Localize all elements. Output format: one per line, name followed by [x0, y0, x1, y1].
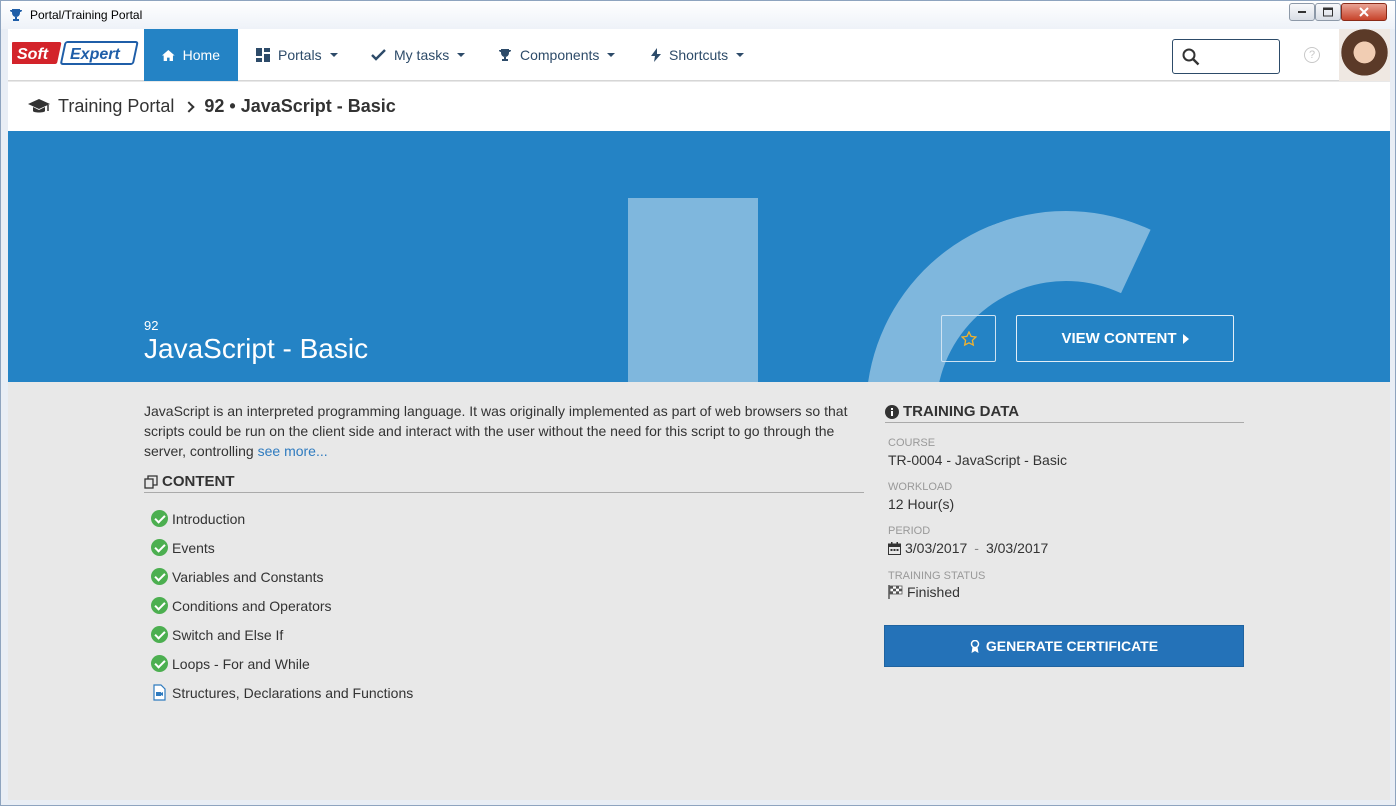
user-avatar[interactable]: [1339, 29, 1390, 81]
training-status-label: TRAINING STATUS: [888, 570, 986, 582]
content-item[interactable]: Conditions and Operators: [151, 591, 413, 620]
trophy-icon: [499, 49, 511, 61]
content-item-label: Events: [172, 539, 215, 556]
search-box[interactable]: [1172, 39, 1280, 74]
copy-icon: [144, 474, 158, 489]
course-code: 92: [144, 318, 159, 333]
help-icon[interactable]: ?: [1304, 47, 1320, 63]
info-icon: [885, 404, 899, 419]
course-title: JavaScript - Basic: [144, 333, 369, 364]
graduation-cap-icon: [28, 98, 50, 112]
view-content-label: VIEW CONTENT: [1061, 330, 1177, 347]
check-circle-icon: [151, 626, 168, 643]
check-circle-icon: [151, 597, 168, 614]
content-item[interactable]: Structures, Declarations and Functions: [151, 678, 413, 707]
content-item-label: Introduction: [172, 510, 246, 527]
nav-shortcuts[interactable]: Shortcuts: [633, 29, 762, 81]
nav-components-label: Components: [520, 47, 600, 63]
workload-label: WORKLOAD: [888, 481, 953, 493]
period-value: 3/03/2017 - 3/03/2017: [888, 540, 1048, 556]
softexpert-logo: Soft Expert: [12, 41, 139, 65]
app-window: Portal/Training Portal Soft Expert Home: [0, 0, 1396, 806]
training-status-text: Finished: [907, 584, 960, 600]
maximize-button[interactable]: [1315, 3, 1341, 21]
chevron-down-icon: [607, 53, 616, 57]
nav-components[interactable]: Components: [480, 29, 633, 81]
svg-text:Expert: Expert: [70, 46, 120, 63]
description-text: JavaScript is an interpreted programming…: [144, 403, 848, 459]
content-item[interactable]: Events: [151, 533, 413, 562]
course-banner: 92 JavaScript - Basic VIEW CONTENT: [8, 131, 1390, 382]
period-label: PERIOD: [888, 525, 931, 537]
home-icon: [162, 49, 175, 61]
workload-value: 12 Hour(s): [888, 496, 955, 512]
breadcrumb: Training Portal 92 • JavaScript - Basic: [8, 82, 1390, 131]
view-content-button[interactable]: VIEW CONTENT: [1016, 315, 1234, 362]
content-list: Introduction Events Variables and Consta…: [151, 504, 413, 707]
course-description: JavaScript is an interpreted programming…: [144, 401, 869, 461]
content-item-label: Conditions and Operators: [172, 597, 332, 614]
nav-portals-label: Portals: [278, 47, 322, 63]
window-title: Portal/Training Portal: [30, 8, 143, 22]
checkered-flag-icon: [888, 585, 903, 599]
chevron-down-icon: [457, 53, 466, 57]
content-item[interactable]: Introduction: [151, 504, 413, 533]
content-item-label: Structures, Declarations and Functions: [172, 684, 414, 701]
period-end: 3/03/2017: [985, 540, 1049, 556]
nav-home[interactable]: Home: [144, 29, 238, 81]
close-button[interactable]: [1341, 3, 1387, 21]
content-item-label: Switch and Else If: [172, 626, 284, 643]
content-section-header: CONTENT: [144, 471, 864, 493]
content-item-label: Loops - For and While: [172, 655, 310, 672]
calendar-icon: [888, 541, 901, 555]
see-more-link[interactable]: see more...: [258, 443, 328, 459]
training-data-heading: TRAINING DATA: [903, 403, 1020, 420]
star-icon: [960, 330, 977, 346]
course-value: TR-0004 - JavaScript - Basic: [888, 452, 1067, 468]
training-data-header: TRAINING DATA: [885, 401, 1244, 423]
lightning-icon: [651, 48, 661, 62]
play-arrow-icon: [1182, 333, 1189, 344]
chevron-down-icon: [736, 53, 745, 57]
nav-shortcuts-label: Shortcuts: [669, 47, 729, 63]
check-circle-icon: [151, 655, 168, 672]
minimize-button[interactable]: [1289, 3, 1315, 21]
period-separator: -: [974, 540, 979, 556]
content-item[interactable]: Variables and Constants: [151, 562, 413, 591]
period-start: 3/03/2017: [905, 540, 968, 556]
banner-decoration: [628, 198, 758, 382]
check-circle-icon: [151, 539, 168, 556]
generate-certificate-button[interactable]: GENERATE CERTIFICATE: [884, 625, 1244, 667]
course-label: COURSE: [888, 437, 936, 449]
generate-certificate-label: GENERATE CERTIFICATE: [985, 638, 1159, 654]
check-circle-icon: [151, 510, 168, 527]
dashboard-icon: [256, 48, 270, 62]
top-navigation: Soft Expert Home Portals My tasks Compon…: [8, 29, 1390, 81]
client-area: Soft Expert Home Portals My tasks Compon…: [8, 29, 1390, 800]
content-item[interactable]: Switch and Else If: [151, 620, 413, 649]
nav-home-label: Home: [182, 47, 220, 63]
content-item-label: Variables and Constants: [172, 568, 324, 585]
check-circle-icon: [151, 568, 168, 585]
nav-portals[interactable]: Portals: [238, 29, 356, 81]
checkmark-icon: [371, 49, 386, 61]
breadcrumb-root[interactable]: Training Portal: [58, 96, 174, 117]
content-heading: CONTENT: [162, 473, 235, 490]
svg-text:Soft: Soft: [17, 46, 49, 63]
training-status-value: Finished: [888, 584, 960, 600]
certificate-icon: [970, 639, 980, 653]
search-input[interactable]: [1205, 47, 1275, 67]
breadcrumb-current: 92 • JavaScript - Basic: [204, 96, 396, 116]
chevron-right-icon: [183, 100, 196, 113]
content-item[interactable]: Loops - For and While: [151, 649, 413, 678]
chevron-down-icon: [329, 53, 338, 57]
video-file-icon: [153, 684, 166, 701]
favorite-button[interactable]: [941, 315, 996, 362]
nav-my-tasks[interactable]: My tasks: [353, 29, 483, 81]
title-bar: Portal/Training Portal: [1, 1, 1395, 29]
search-icon: [1182, 48, 1200, 66]
nav-my-tasks-label: My tasks: [394, 47, 450, 63]
trophy-icon: [10, 9, 22, 21]
